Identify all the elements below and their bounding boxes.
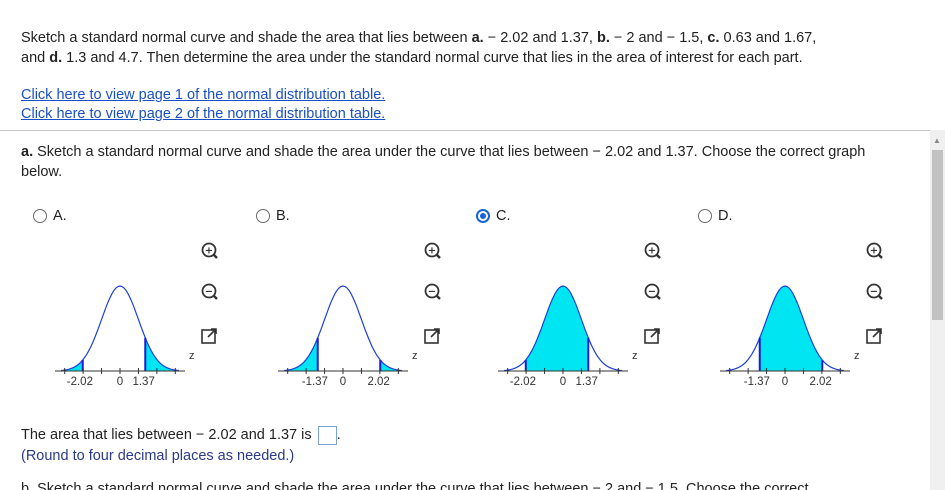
- shaded-area: [759, 286, 823, 371]
- z-axis-label: z: [412, 350, 418, 362]
- part-c-text: 0.63 and 1.67,: [719, 30, 817, 46]
- next-question-partial: b. Sketch a standard normal curve and sh…: [21, 481, 809, 490]
- intro-text-2: and: [21, 50, 50, 66]
- open-external-icon[interactable]: [422, 326, 442, 346]
- radio-button[interactable]: [33, 209, 47, 223]
- normal-curve: [60, 285, 180, 372]
- open-external-icon[interactable]: [642, 326, 662, 346]
- svg-text:+: +: [870, 246, 878, 257]
- zoom-in-icon[interactable]: +: [422, 241, 442, 261]
- radio-button[interactable]: [698, 209, 712, 223]
- shaded-area: [525, 286, 589, 371]
- part-d-label: d.: [49, 50, 63, 66]
- zoom-in-icon[interactable]: +: [864, 241, 884, 261]
- option-letter: A.: [53, 208, 67, 224]
- scroll-up-icon[interactable]: ▲: [933, 136, 941, 145]
- rounding-hint: (Round to four decimal places as needed.…: [21, 448, 295, 464]
- open-external-icon[interactable]: [864, 326, 884, 346]
- svg-text:+: +: [428, 246, 436, 257]
- svg-text:+: +: [205, 246, 213, 257]
- table-page-1-link[interactable]: Click here to view page 1 of the normal …: [21, 86, 385, 104]
- svg-text:−: −: [205, 287, 213, 298]
- answer-prompt: The area that lies between − 2.02 and 1.…: [21, 427, 312, 443]
- tick-label: -2.02: [509, 376, 536, 388]
- tick-label: -2.02: [66, 376, 93, 388]
- option-letter: B.: [276, 208, 290, 224]
- part-b-label: b.: [596, 30, 610, 46]
- option-c[interactable]: C.: [476, 208, 511, 224]
- area-answer-input[interactable]: [317, 425, 337, 445]
- question-text: Sketch a standard normal curve and shade…: [21, 144, 866, 180]
- z-axis-label: z: [189, 350, 195, 362]
- svg-text:+: +: [648, 246, 656, 257]
- part-a-label: a.: [471, 30, 484, 46]
- part-c-label: c.: [707, 30, 720, 46]
- tick-label: 2.02: [809, 376, 832, 388]
- z-axis-label: z: [854, 350, 860, 362]
- intro-text: Sketch a standard normal curve and shade…: [21, 30, 472, 46]
- tick-label: -1.37: [301, 376, 328, 388]
- part-a-text: − 2.02 and 1.37,: [483, 30, 597, 46]
- question-label: a.: [21, 144, 34, 160]
- zoom-in-icon[interactable]: +: [199, 241, 219, 261]
- tick-label: 0: [559, 376, 567, 388]
- svg-text:−: −: [870, 287, 878, 298]
- normal-curve: [283, 285, 403, 372]
- zoom-out-icon[interactable]: −: [422, 282, 442, 302]
- radio-button[interactable]: [256, 209, 270, 223]
- option-letter: C.: [496, 208, 511, 224]
- tick-label: 1.37: [575, 376, 598, 388]
- problem-statement-panel: Sketch a standard normal curve and shade…: [0, 0, 930, 131]
- table-page-2-link[interactable]: Click here to view page 2 of the normal …: [21, 105, 385, 123]
- scrollbar-thumb[interactable]: [932, 150, 943, 320]
- tick-label: 2.02: [367, 376, 390, 388]
- zoom-in-icon[interactable]: +: [642, 241, 662, 261]
- option-a[interactable]: A.: [33, 208, 67, 224]
- open-external-icon[interactable]: [199, 326, 219, 346]
- answer-suffix: .: [336, 427, 341, 443]
- option-letter: D.: [718, 208, 733, 224]
- problem-text: Sketch a standard normal curve and shade…: [21, 28, 926, 68]
- part-d-text: 1.3 and 4.7. Then determine the area und…: [62, 50, 803, 66]
- option-b[interactable]: B.: [256, 208, 290, 224]
- answer-row: The area that lies between − 2.02 and 1.…: [21, 424, 341, 446]
- shaded-area: [145, 337, 179, 371]
- zoom-out-icon[interactable]: −: [199, 282, 219, 302]
- tick-label: -1.37: [743, 376, 770, 388]
- part-b-text: − 2 and − 1.5,: [609, 30, 708, 46]
- radio-button[interactable]: [476, 209, 490, 223]
- zoom-out-icon[interactable]: −: [864, 282, 884, 302]
- svg-text:−: −: [428, 287, 436, 298]
- option-d[interactable]: D.: [698, 208, 733, 224]
- question-part-a: a. Sketch a standard normal curve and sh…: [21, 142, 901, 182]
- zoom-out-icon[interactable]: −: [642, 282, 662, 302]
- tick-label: 1.37: [132, 376, 155, 388]
- shaded-area: [284, 337, 318, 371]
- z-axis-label: z: [632, 350, 638, 362]
- svg-text:−: −: [648, 287, 656, 298]
- tick-label: 0: [116, 376, 124, 388]
- tick-label: 0: [781, 376, 789, 388]
- tick-label: 0: [339, 376, 347, 388]
